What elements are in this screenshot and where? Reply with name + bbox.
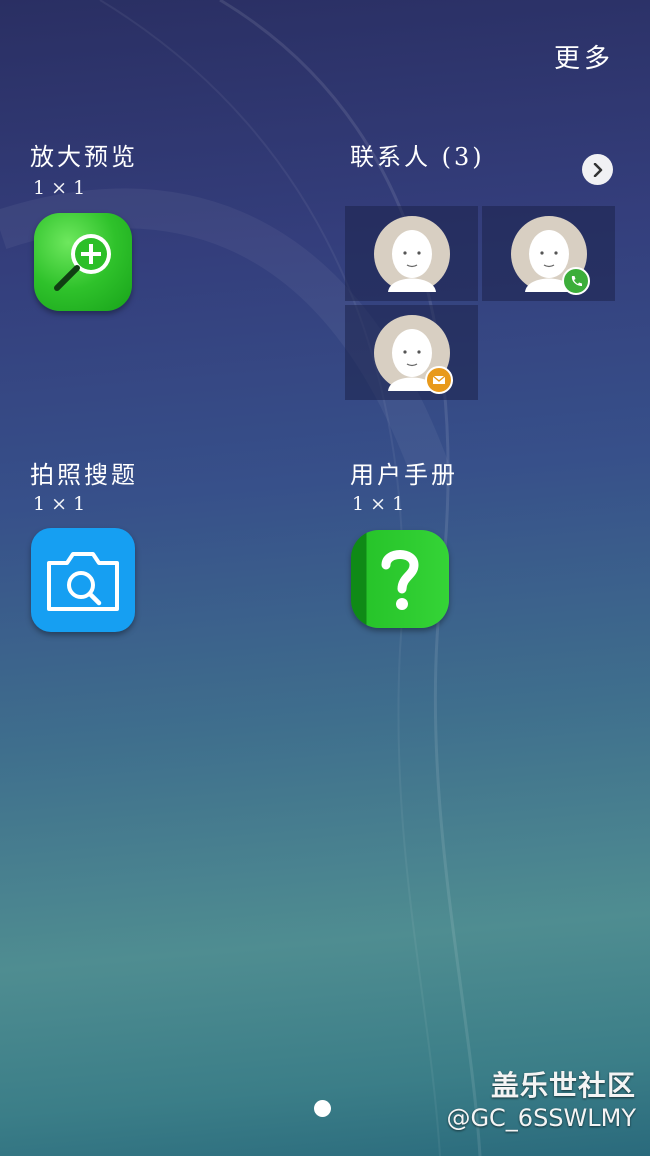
phone-badge bbox=[561, 266, 590, 295]
photo-search-widget[interactable] bbox=[31, 528, 135, 632]
phone-icon bbox=[571, 275, 582, 286]
mail-icon bbox=[432, 374, 445, 384]
help-icon bbox=[381, 550, 419, 610]
chevron-right-icon bbox=[593, 162, 602, 177]
widget-size-zoom: 1 × 1 bbox=[33, 177, 86, 199]
widget-size-user-manual: 1 × 1 bbox=[352, 493, 405, 515]
contact-tile[interactable] bbox=[345, 305, 478, 400]
contact-tile[interactable] bbox=[482, 206, 615, 301]
mail-badge bbox=[424, 365, 453, 394]
watermark-handle: @GC_6SSWLMY bbox=[446, 1104, 636, 1132]
widget-title-contacts: 联系人 (3) bbox=[350, 143, 485, 171]
contact-tile[interactable] bbox=[345, 206, 478, 301]
avatar-icon bbox=[373, 215, 450, 292]
avatar bbox=[373, 215, 450, 292]
more-button[interactable]: 更多 bbox=[554, 38, 614, 75]
page-indicator-dot[interactable] bbox=[314, 1100, 331, 1117]
widget-title-photo-search: 拍照搜题 bbox=[30, 461, 138, 489]
avatar bbox=[510, 215, 590, 295]
widget-size-photo-search: 1 × 1 bbox=[33, 493, 86, 515]
zoom-in-icon bbox=[54, 234, 111, 291]
camera-search-icon bbox=[47, 552, 119, 611]
widget-title-user-manual: 用户手册 bbox=[350, 461, 458, 489]
user-manual-widget[interactable] bbox=[351, 530, 449, 628]
avatar bbox=[373, 314, 453, 394]
zoom-preview-widget[interactable] bbox=[34, 213, 132, 311]
contacts-more-button[interactable] bbox=[582, 154, 613, 185]
watermark-title: 盖乐世社区 bbox=[490, 1069, 636, 1102]
widget-title-zoom: 放大预览 bbox=[30, 143, 138, 171]
